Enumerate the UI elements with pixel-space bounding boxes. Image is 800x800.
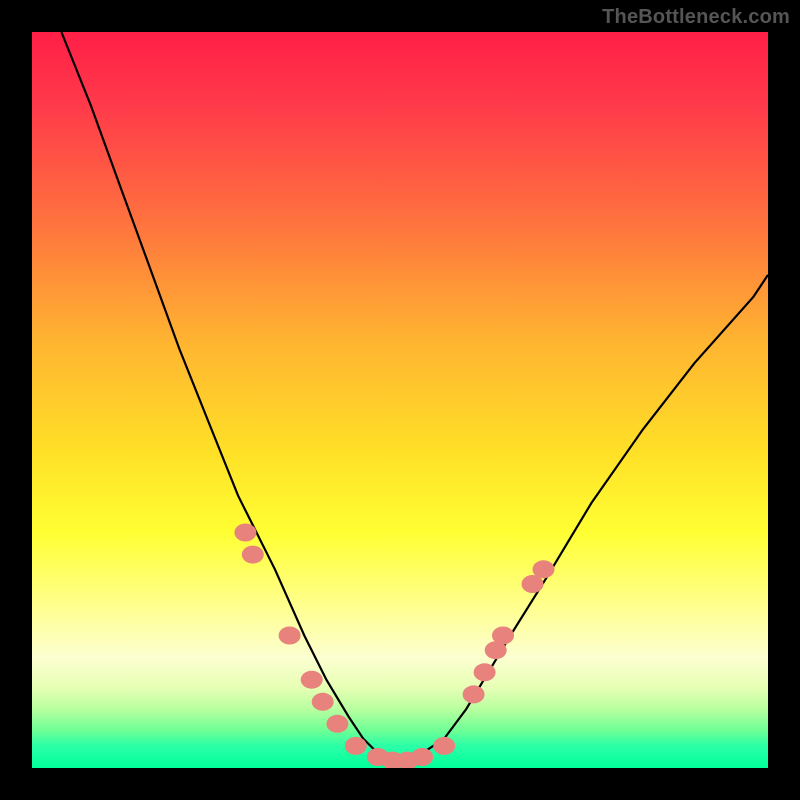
curve-dot: [411, 748, 433, 766]
curve-dot: [463, 685, 485, 703]
curve-dot: [234, 524, 256, 542]
bottleneck-curve: [61, 32, 768, 761]
curve-dot: [474, 663, 496, 681]
curve-dot: [326, 715, 348, 733]
watermark-text: TheBottleneck.com: [602, 6, 790, 29]
curve-dot: [242, 546, 264, 564]
curve-dot: [301, 671, 323, 689]
curve-dot: [492, 627, 514, 645]
curve-dot: [533, 560, 555, 578]
curve-dot: [312, 693, 334, 711]
chart-svg: [32, 32, 768, 768]
plot-area: [32, 32, 768, 768]
curve-dot: [433, 737, 455, 755]
outer-frame: TheBottleneck.com: [0, 0, 800, 800]
curve-markers: [234, 524, 554, 769]
curve-dot: [279, 627, 301, 645]
curve-dot: [345, 737, 367, 755]
